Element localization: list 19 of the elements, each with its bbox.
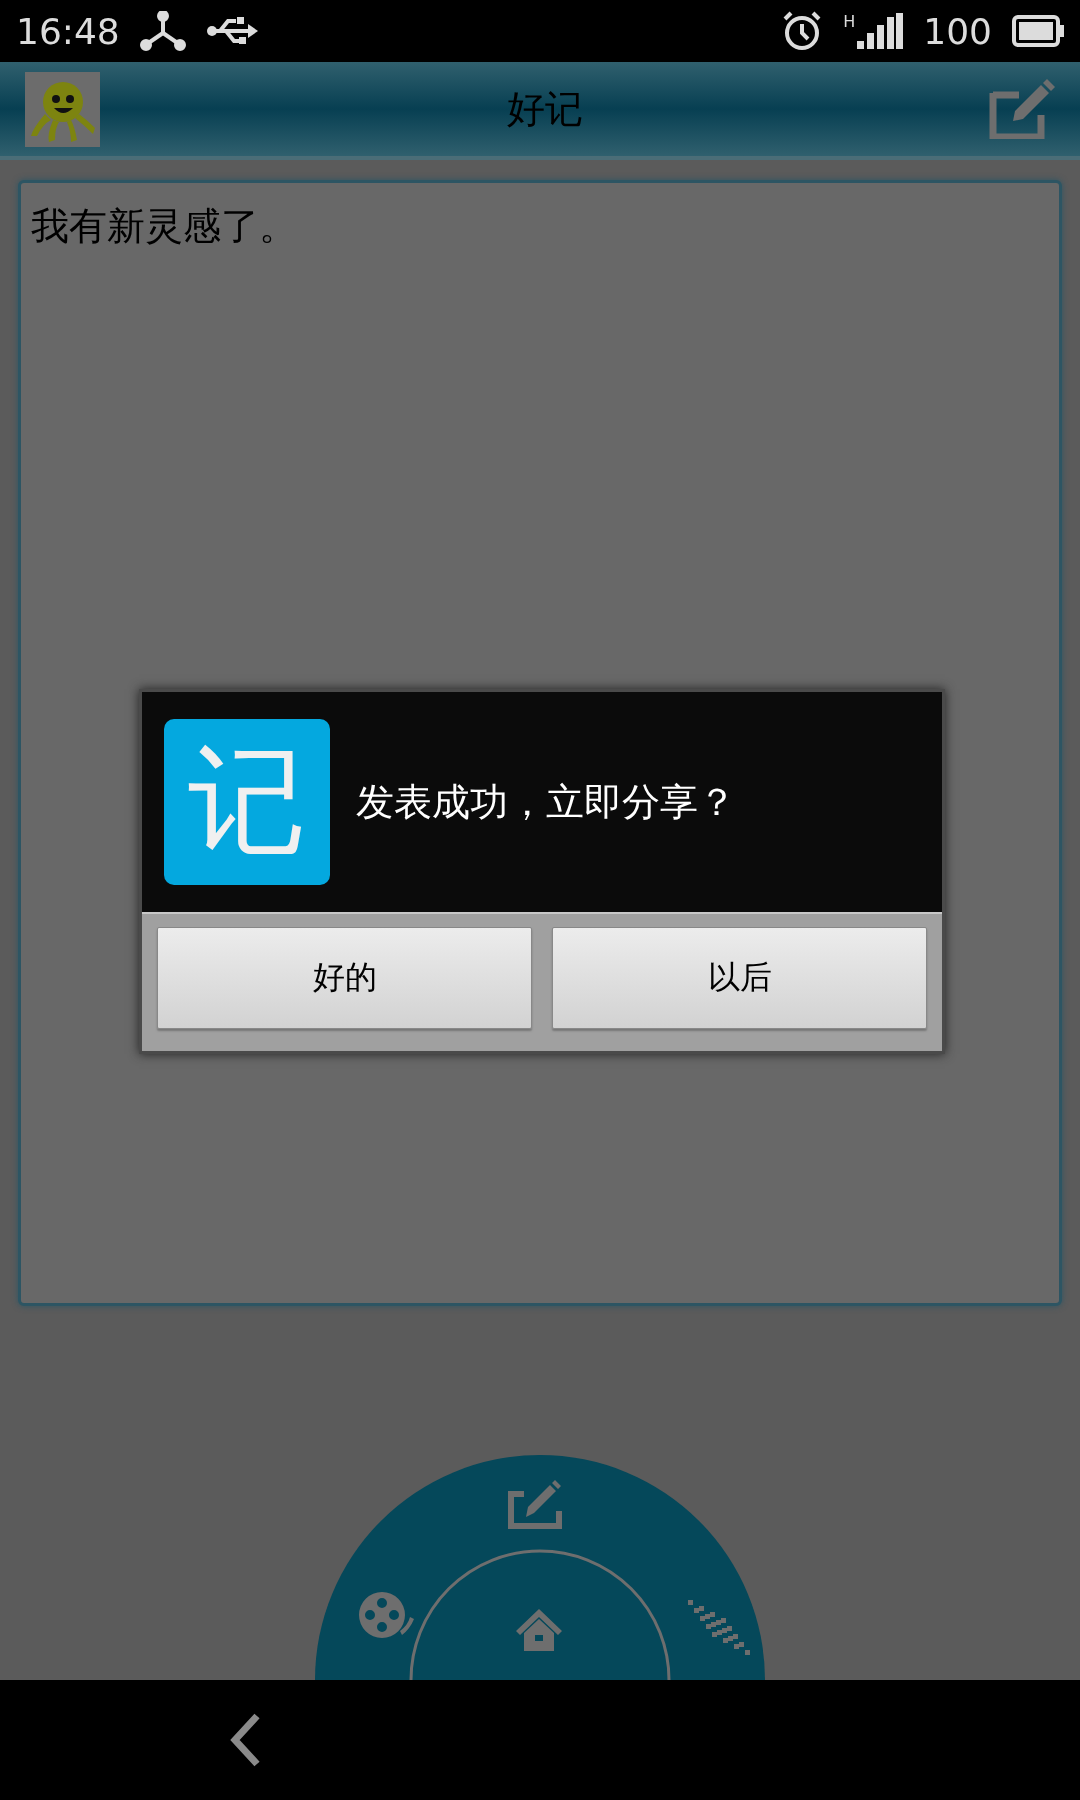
share-icon — [139, 11, 186, 51]
home-icon[interactable] — [516, 1609, 562, 1651]
usb-icon — [205, 16, 258, 46]
battery-percent: 100 — [923, 10, 992, 52]
dotted-grid-icon[interactable] — [688, 1600, 750, 1655]
dialog-message: 发表成功，立即分享？ — [356, 778, 736, 826]
network-type-label: H — [843, 12, 856, 31]
dialog-button[interactable]: 好的 — [157, 927, 532, 1029]
edit-icon[interactable] — [989, 79, 1055, 139]
edit-icon[interactable] — [508, 1480, 562, 1529]
note-text: 我有新灵感了。 — [31, 204, 297, 248]
octopus-avatar-icon[interactable] — [25, 71, 100, 147]
clock-time: 16:48 — [16, 10, 120, 52]
app-logo-icon: 记 — [164, 719, 330, 885]
dialog-button[interactable]: 以后 — [552, 927, 927, 1029]
battery-icon — [1012, 15, 1064, 47]
film-reel-icon[interactable] — [359, 1592, 414, 1638]
signal-icon — [857, 13, 904, 49]
app-title: 好记 — [505, 85, 584, 133]
